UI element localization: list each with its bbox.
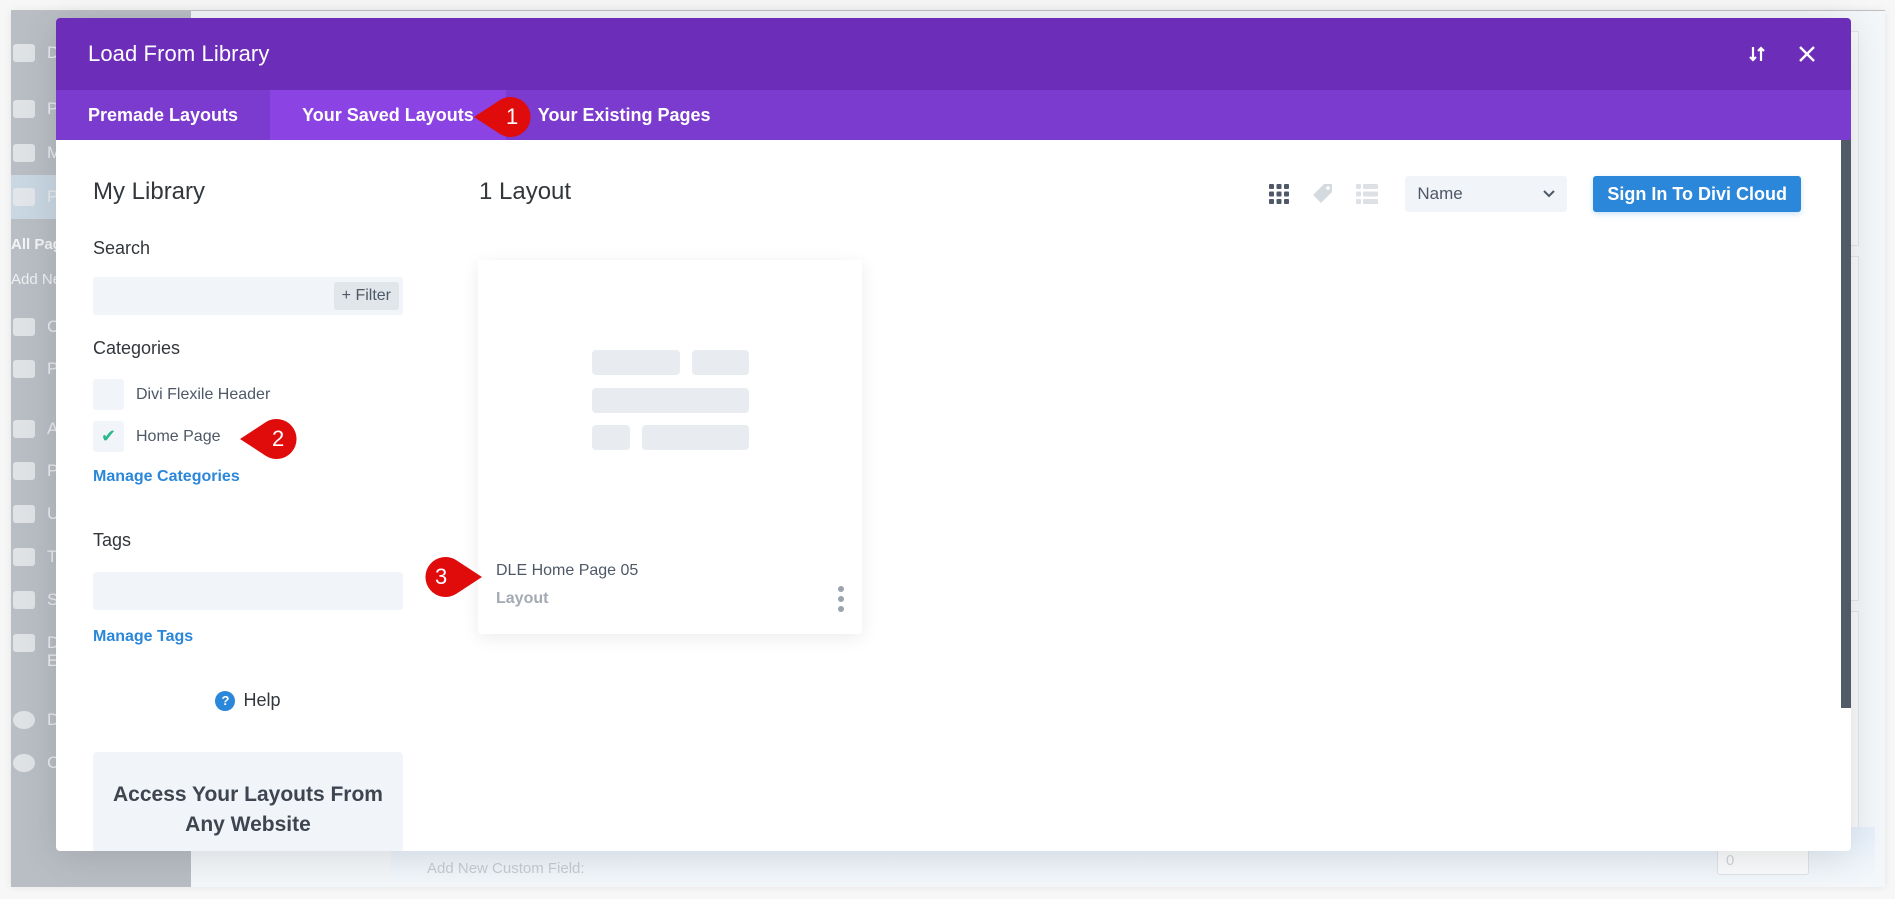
extension-icon — [13, 634, 35, 652]
pin-icon — [13, 100, 35, 118]
layout-options-button[interactable] — [836, 586, 846, 612]
results-toolbar: Name Sign In To Divi Cloud — [1257, 176, 1801, 212]
tab-your-existing-pages[interactable]: Your Existing Pages — [506, 90, 743, 140]
placeholder-block — [642, 425, 749, 450]
tags-input[interactable] — [93, 572, 403, 610]
modal-scrollbar[interactable] — [1841, 140, 1851, 708]
user-icon — [13, 505, 35, 523]
manage-tags-link[interactable]: Manage Tags — [93, 628, 193, 646]
grid-view-icon — [1269, 184, 1290, 204]
sign-in-divi-cloud-button[interactable]: Sign In To Divi Cloud — [1593, 176, 1801, 212]
help-icon: ? — [215, 690, 236, 711]
category-checkbox[interactable]: ✔ — [93, 421, 124, 452]
custom-field-label: Add New Custom Field: — [427, 860, 585, 877]
manage-categories-link[interactable]: Manage Categories — [93, 468, 240, 486]
tab-premade-layouts[interactable]: Premade Layouts — [56, 90, 270, 140]
load-from-library-modal: Load From Library Premade Layouts Your S… — [56, 18, 1851, 851]
divi-logo-icon — [13, 711, 35, 729]
search-input[interactable]: + Filter — [93, 277, 403, 315]
help-button[interactable]: ? Help — [93, 690, 403, 711]
promo-title: Access Your Layouts From Any Website — [113, 783, 383, 836]
placeholder-block — [592, 350, 680, 375]
category-divi-flexile-header[interactable]: Divi Flexile Header — [93, 379, 270, 410]
categories-label: Categories — [93, 338, 181, 358]
sort-arrows-button[interactable] — [1741, 38, 1773, 70]
placeholder-block — [592, 425, 630, 450]
kebab-dot-icon — [838, 596, 844, 602]
category-label: Divi Flexile Header — [136, 385, 271, 403]
modal-header: Load From Library — [56, 18, 1851, 90]
divi-cloud-promo: Access Your Layouts From Any Website Whe… — [93, 752, 403, 851]
category-home-page[interactable]: ✔ Home Page — [93, 421, 221, 452]
brush-icon — [13, 420, 35, 438]
tag-icon — [1313, 184, 1333, 203]
tab-your-saved-layouts[interactable]: Your Saved Layouts — [270, 90, 506, 140]
modal-title: Load From Library — [88, 41, 270, 66]
wp-submenu-all-pages[interactable]: All Pag — [11, 236, 62, 253]
modal-body: My Library Search + Filter Categories Di… — [56, 140, 1851, 851]
pin-icon — [13, 360, 35, 378]
category-checkbox[interactable] — [93, 379, 124, 410]
library-title: My Library — [93, 178, 206, 205]
promo-text: When you sync layouts to Divi — [93, 850, 403, 851]
library-tabs: Premade Layouts Your Saved Layouts Your … — [56, 90, 1851, 140]
callout-number: 3 — [435, 564, 448, 589]
kebab-dot-icon — [838, 586, 844, 592]
chevron-down-icon — [1543, 190, 1556, 198]
plug-icon — [13, 462, 35, 480]
filter-button[interactable]: + Filter — [333, 282, 399, 310]
category-label: Home Page — [136, 427, 221, 445]
wrench-icon — [13, 548, 35, 566]
wp-submenu-add-new[interactable]: Add Ne — [11, 271, 61, 288]
layout-count: 1 Layout — [479, 178, 572, 205]
comment-icon — [13, 318, 35, 336]
sort-arrows-icon — [1749, 46, 1765, 62]
tags-label: Tags — [93, 530, 132, 550]
help-label: Help — [243, 690, 281, 710]
sort-select[interactable]: Name — [1405, 176, 1568, 212]
settings-icon — [13, 591, 35, 609]
dashboard-icon — [13, 44, 35, 62]
close-button[interactable] — [1791, 38, 1823, 70]
layout-type: Layout — [496, 590, 549, 607]
callout-marker-3: 3 — [420, 556, 482, 597]
close-icon — [1799, 46, 1815, 62]
kebab-dot-icon — [838, 606, 844, 612]
placeholder-block — [592, 388, 749, 413]
callout-marker-2: 2 — [240, 418, 297, 459]
media-icon — [13, 144, 35, 162]
layout-card[interactable]: DLE Home Page 05 Layout — [478, 260, 862, 634]
tag-view-button[interactable] — [1301, 176, 1345, 212]
list-view-button[interactable] — [1345, 176, 1389, 212]
callout-number: 2 — [272, 426, 285, 451]
callout-marker-1: 1 — [474, 96, 531, 137]
sort-selected-value: Name — [1417, 184, 1463, 203]
grid-view-button[interactable] — [1257, 176, 1301, 212]
callout-number: 1 — [506, 104, 519, 129]
checkmark-icon: ✔ — [100, 426, 117, 446]
layout-name: DLE Home Page 05 — [496, 562, 639, 579]
collapse-icon — [13, 754, 35, 772]
page-icon — [13, 188, 35, 206]
placeholder-block — [692, 350, 749, 375]
search-label: Search — [93, 238, 151, 258]
list-view-icon — [1356, 184, 1379, 204]
